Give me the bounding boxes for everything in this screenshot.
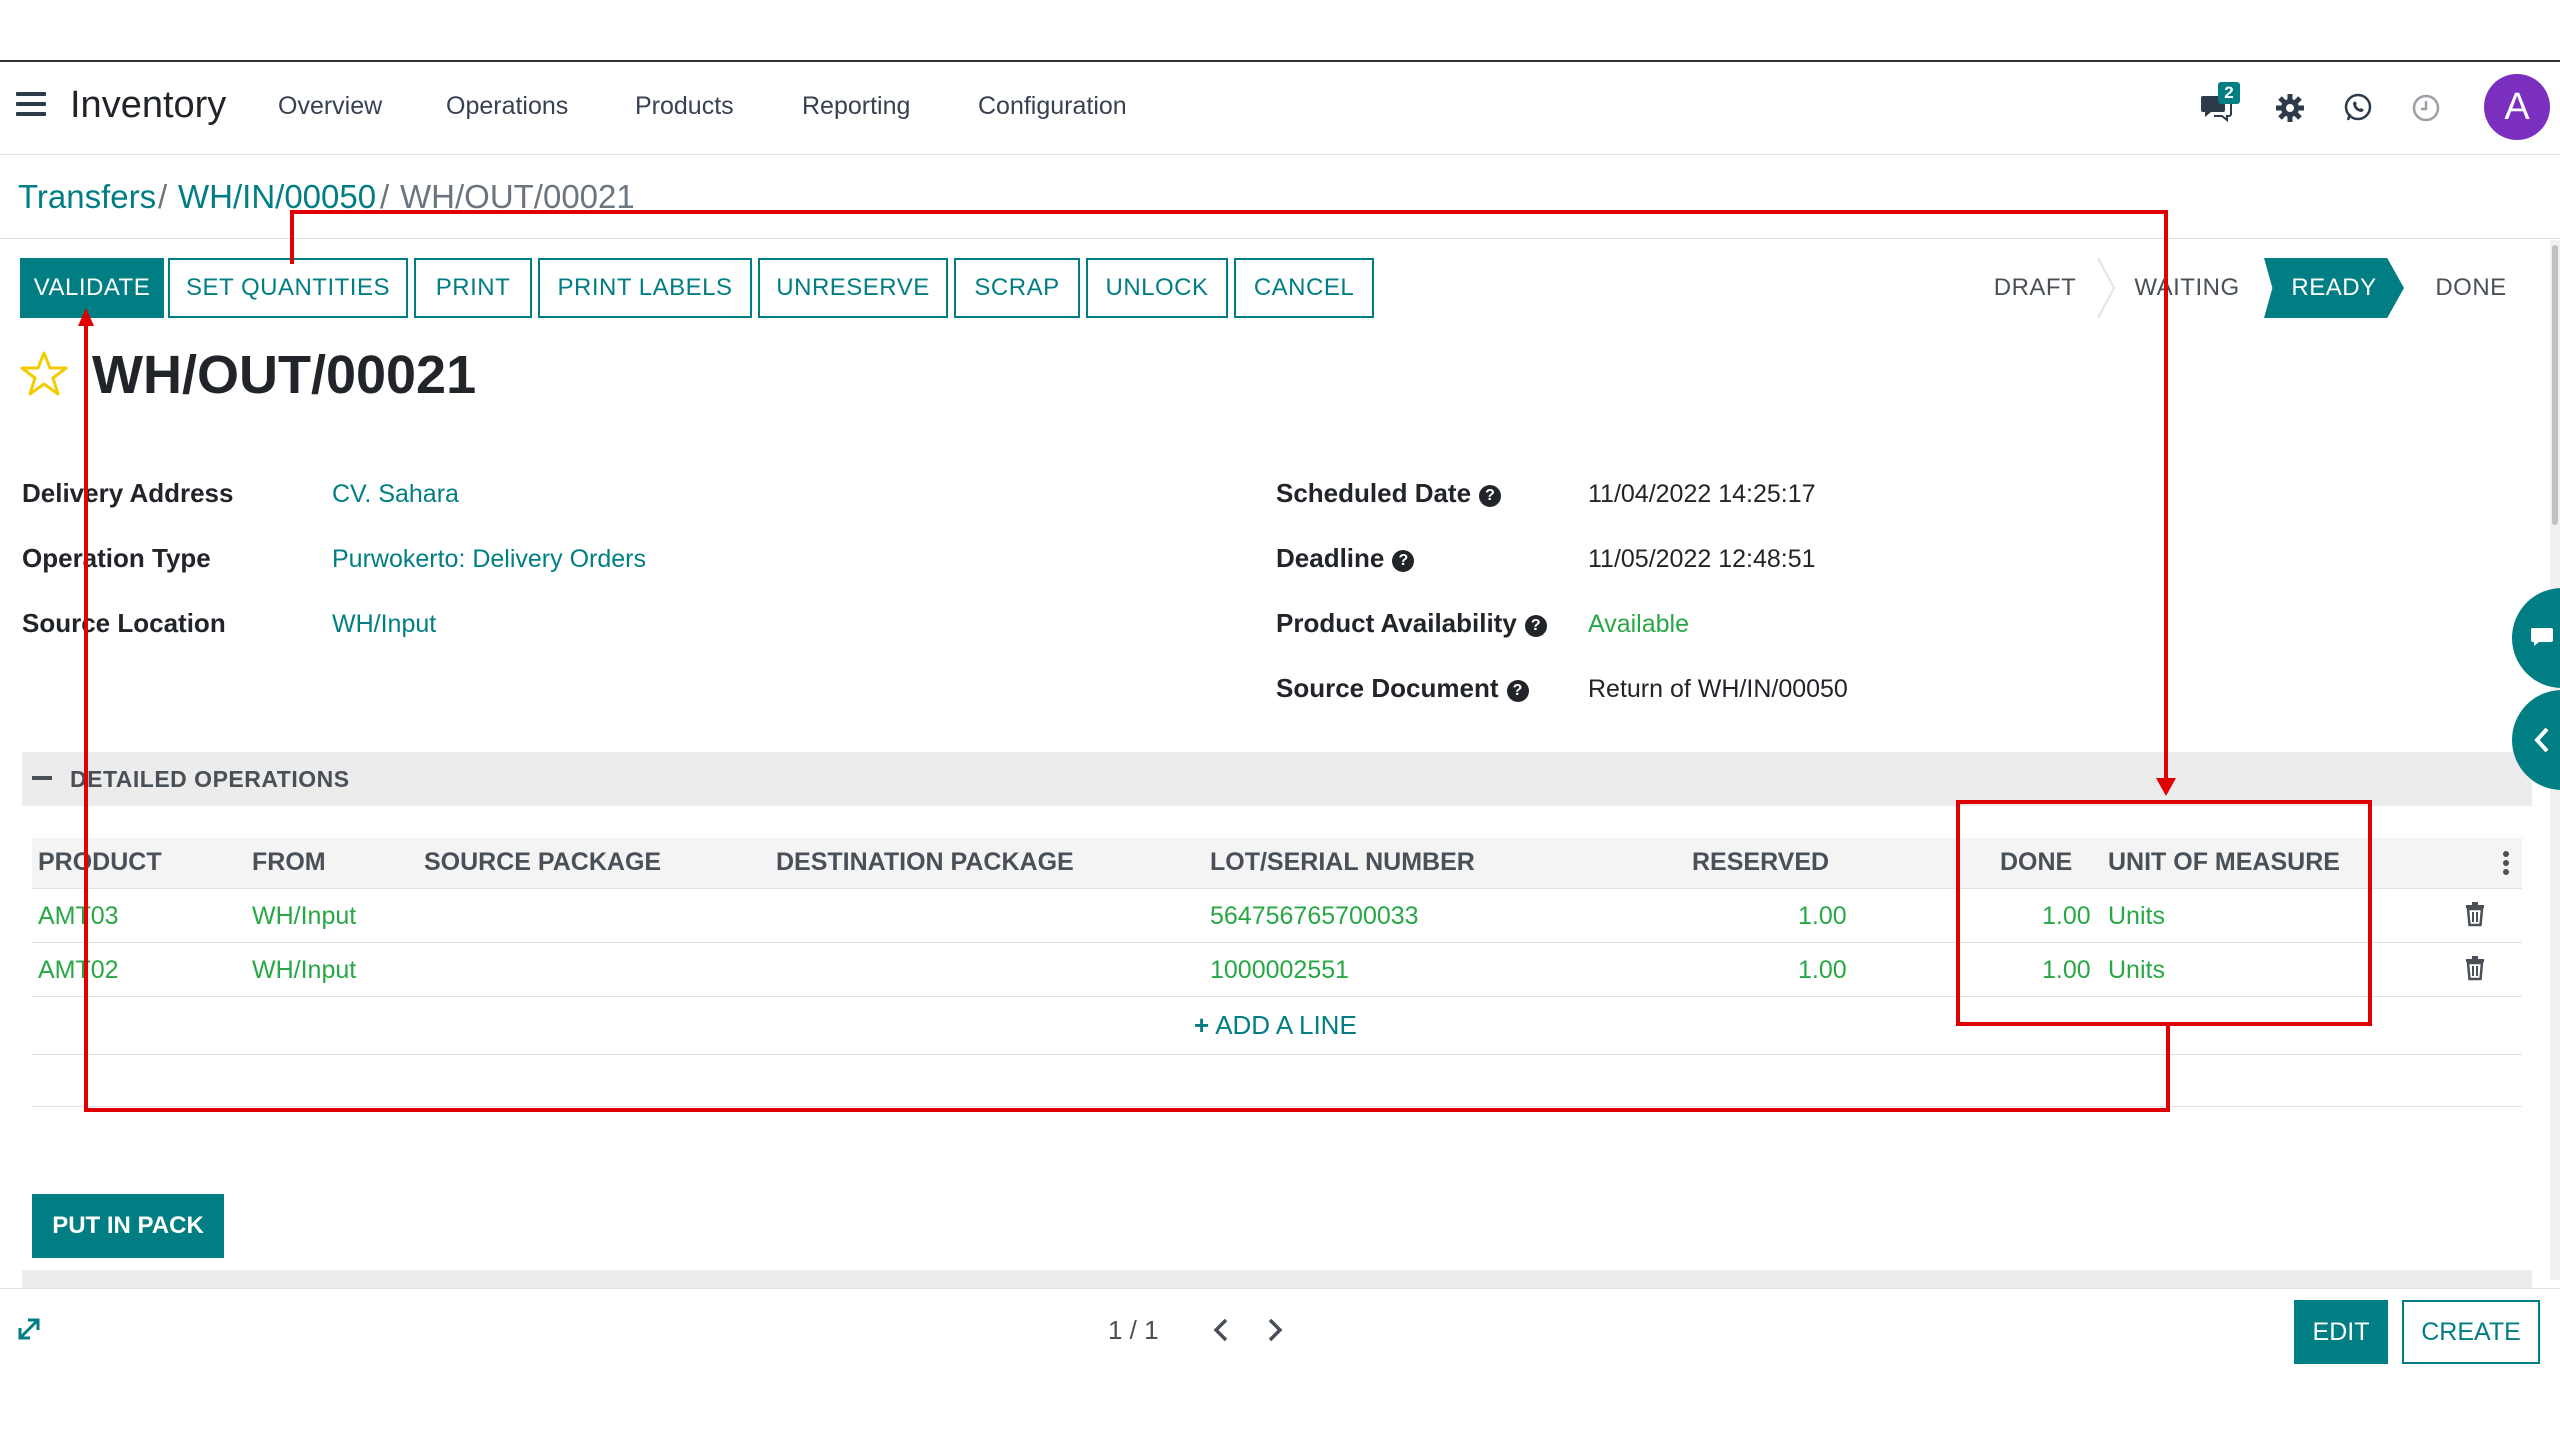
scrollbar-thumb[interactable] [2552, 245, 2558, 525]
top-navbar [0, 62, 2560, 155]
unlock-button[interactable]: UNLOCK [1086, 258, 1228, 318]
menu-overview[interactable]: Overview [278, 92, 382, 121]
column-from[interactable]: FROM [252, 848, 326, 877]
edit-button[interactable]: EDIT [2294, 1300, 2388, 1364]
delete-trash-icon[interactable] [2464, 955, 2486, 981]
settings-gear-icon[interactable] [2270, 88, 2310, 128]
row2-done[interactable]: 1.00 [2042, 956, 2091, 985]
row-divider [32, 1106, 2522, 1107]
scheduled-date-label: Scheduled Date? [1276, 478, 1502, 509]
row2-from[interactable]: WH/Input [252, 956, 356, 985]
create-button[interactable]: CREATE [2402, 1300, 2540, 1364]
operation-type-value[interactable]: Purwokerto: Delivery Orders [332, 545, 646, 574]
stage-draft[interactable]: DRAFT [1960, 258, 2110, 318]
record-title: WH/OUT/00021 [92, 345, 477, 405]
delivery-address-value[interactable]: CV. Sahara [332, 480, 459, 509]
breadcrumb-separator: / [158, 178, 168, 215]
pager-previous-icon[interactable] [1206, 1312, 1236, 1348]
column-lot-serial[interactable]: LOT/SERIAL NUMBER [1210, 848, 1475, 877]
breadcrumb-transfers[interactable]: Transfers [18, 178, 156, 216]
breadcrumb-source[interactable]: WH/IN/00050 [178, 178, 376, 216]
stage-done[interactable]: DONE [2418, 258, 2524, 318]
operations-section-header[interactable] [22, 1270, 2532, 1288]
optional-columns-kebab-icon[interactable] [2502, 850, 2510, 876]
row2-lot[interactable]: 1000002551 [1210, 956, 1349, 985]
collapse-minus-icon[interactable] [32, 776, 52, 780]
column-product[interactable]: PRODUCT [38, 848, 162, 877]
deadline-value[interactable]: 11/05/2022 12:48:51 [1588, 545, 1816, 574]
menu-products[interactable]: Products [635, 92, 734, 121]
product-availability-value: Available [1588, 610, 1690, 638]
validate-button[interactable]: VALIDATE [20, 258, 164, 318]
chat-icon[interactable]: 2 [2196, 82, 2240, 128]
put-in-pack-button[interactable]: PUT IN PACK [32, 1194, 224, 1258]
plus-icon: + [1194, 1010, 1210, 1040]
row1-lot[interactable]: 564756765700033 [1210, 902, 1419, 931]
detailed-operations-header[interactable] [22, 752, 2532, 806]
menu-reporting[interactable]: Reporting [802, 92, 910, 121]
delivery-address-label: Delivery Address [22, 478, 234, 508]
add-a-line-label: ADD A LINE [1215, 1010, 1357, 1040]
row-divider [32, 996, 2522, 997]
source-location-value[interactable]: WH/Input [332, 610, 436, 639]
chat-bubble-icon [2531, 628, 2553, 646]
stage-separator [2097, 258, 2116, 318]
row2-uom[interactable]: Units [2108, 956, 2165, 985]
print-button[interactable]: PRINT [414, 258, 532, 318]
menu-configuration[interactable]: Configuration [978, 92, 1127, 121]
breadcrumb-current: WH/OUT/00021 [400, 178, 635, 215]
cancel-button[interactable]: CANCEL [1234, 258, 1374, 318]
column-done[interactable]: DONE [2000, 848, 2072, 877]
pager-next-icon[interactable] [1260, 1312, 1290, 1348]
menu-operations[interactable]: Operations [446, 92, 568, 121]
deadline-label: Deadline? [1276, 543, 1415, 574]
add-a-line-link[interactable]: + ADD A LINE [1194, 1010, 1357, 1041]
source-location-label: Source Location [22, 608, 226, 638]
help-icon[interactable]: ? [1524, 615, 1547, 637]
column-destination-package[interactable]: DESTINATION PACKAGE [776, 848, 1074, 877]
row1-reserved: 1.00 [1798, 902, 1847, 930]
row1-done[interactable]: 1.00 [2042, 902, 2091, 931]
pager-value[interactable]: 1 / 1 [1108, 1315, 1159, 1346]
row-divider [32, 942, 2522, 943]
operation-type-label: Operation Type [22, 543, 211, 573]
row2-product[interactable]: AMT02 [38, 956, 119, 985]
row-divider [32, 1054, 2522, 1055]
column-unit-of-measure[interactable]: UNIT OF MEASURE [2108, 848, 2340, 877]
print-labels-button[interactable]: PRINT LABELS [538, 258, 752, 318]
scheduled-date-value[interactable]: 11/04/2022 14:25:17 [1588, 480, 1816, 509]
stage-ready[interactable]: READY [2264, 258, 2404, 318]
chevron-left-icon [2534, 727, 2549, 753]
set-quantities-button[interactable]: SET QUANTITIES [168, 258, 408, 318]
column-source-package[interactable]: SOURCE PACKAGE [424, 848, 661, 877]
stage-waiting[interactable]: WAITING [2114, 258, 2260, 318]
row2-reserved: 1.00 [1798, 956, 1847, 984]
row1-from[interactable]: WH/Input [252, 902, 356, 931]
product-availability-label: Product Availability? [1276, 608, 1547, 639]
unreserve-button[interactable]: UNRESERVE [758, 258, 948, 318]
app-name[interactable]: Inventory [70, 84, 226, 127]
row1-uom[interactable]: Units [2108, 902, 2165, 931]
row1-product[interactable]: AMT03 [38, 902, 119, 931]
help-icon[interactable]: ? [1479, 485, 1502, 507]
source-document-label: Source Document? [1276, 673, 1529, 704]
scrap-button[interactable]: SCRAP [954, 258, 1080, 318]
detailed-operations-title: DETAILED OPERATIONS [70, 766, 350, 792]
column-reserved[interactable]: RESERVED [1692, 848, 1829, 877]
delete-trash-icon[interactable] [2464, 901, 2486, 927]
user-avatar[interactable]: A [2484, 74, 2550, 140]
chat-badge: 2 [2218, 82, 2240, 104]
favorite-star-icon[interactable] [20, 350, 68, 398]
whatsapp-icon[interactable] [2338, 88, 2378, 128]
expand-arrows-icon[interactable] [14, 1314, 44, 1344]
apps-menu-icon[interactable] [16, 92, 46, 120]
breadcrumb-separator: / [380, 178, 390, 215]
control-panel-divider [0, 238, 2560, 239]
source-document-value[interactable]: Return of WH/IN/00050 [1588, 675, 1848, 704]
activity-clock-icon[interactable] [2406, 88, 2446, 128]
help-icon[interactable]: ? [1392, 550, 1415, 572]
help-icon[interactable]: ? [1506, 680, 1529, 702]
